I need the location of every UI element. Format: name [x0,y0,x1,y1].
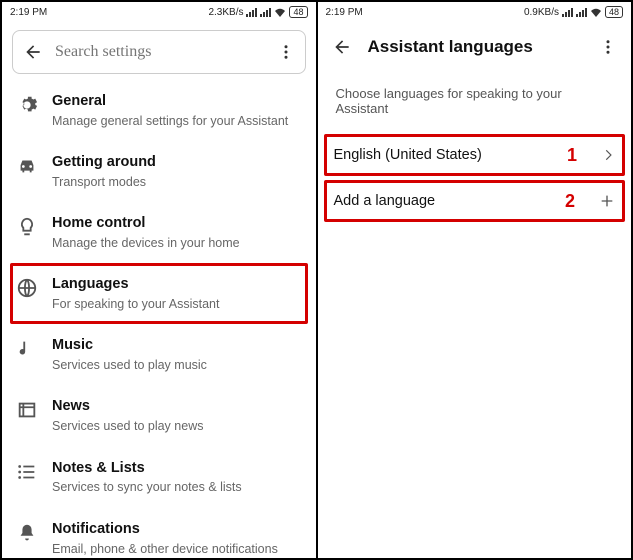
item-sub: Services to sync your notes & lists [52,479,302,495]
bell-icon [16,522,38,544]
page-header: Assistant languages [318,22,632,72]
page-description: Choose languages for speaking to your As… [318,72,632,132]
item-title: Getting around [52,153,302,172]
item-sub: Manage the devices in your home [52,235,302,251]
settings-item-notifications[interactable]: Notifications Email, phone & other device… [2,508,316,558]
settings-list: General Manage general settings for your … [2,80,316,558]
battery-level: 48 [289,6,307,18]
battery-level: 48 [605,6,623,18]
settings-item-languages[interactable]: Languages For speaking to your Assistant [2,263,316,324]
settings-screen: 2:19 PM 2.3KB/s 48 General Manage general… [2,2,316,558]
item-title: Notes & Lists [52,459,302,478]
add-language-row[interactable]: Add a language 2 [318,178,632,224]
status-time: 2:19 PM [10,7,47,18]
item-sub: Transport modes [52,174,302,190]
net-speed: 2.3KB/s [208,7,243,18]
item-title: Home control [52,214,302,233]
list-icon [16,461,38,483]
plus-icon [599,193,615,209]
item-sub: For speaking to your Assistant [52,296,302,312]
globe-icon [16,277,38,299]
wifi-icon [274,7,286,17]
item-title: Notifications [52,520,302,539]
bulb-icon [16,216,38,238]
item-title: Music [52,336,302,355]
status-bar: 2:19 PM 2.3KB/s 48 [2,2,316,22]
settings-item-notes-lists[interactable]: Notes & ListsServices to sync your notes… [2,447,316,508]
back-icon[interactable] [23,42,43,62]
music-icon [16,338,38,360]
settings-item-general[interactable]: General Manage general settings for your … [2,80,316,141]
back-icon[interactable] [332,37,352,57]
item-sub: Email, phone & other device notification… [52,541,302,557]
item-title: Languages [52,275,302,294]
wifi-icon [590,7,602,17]
annotation-number: 1 [567,145,577,166]
settings-item-home-control[interactable]: Home control Manage the devices in your h… [2,202,316,263]
item-sub: Manage general settings for your Assista… [52,113,302,129]
car-icon [16,155,38,177]
status-time: 2:19 PM [326,7,363,18]
item-sub: Services used to play news [52,418,302,434]
annotation-number: 2 [565,191,575,212]
settings-item-news[interactable]: News Services used to play news [2,385,316,446]
item-title: News [52,397,302,416]
chevron-right-icon [601,148,615,162]
net-speed: 0.9KB/s [524,7,559,18]
gear-icon [16,94,38,116]
language-label: English (United States) [334,147,557,163]
item-sub: Services used to play music [52,357,302,373]
search-input[interactable] [55,43,265,61]
signal-icon [260,8,271,17]
item-title: General [52,92,302,111]
status-bar: 2:19 PM 0.9KB/s 48 [318,2,632,22]
signal-icon [246,8,257,17]
language-row-primary[interactable]: English (United States) 1 [318,132,632,178]
more-icon[interactable] [599,38,617,56]
more-icon[interactable] [277,43,295,61]
news-icon [16,399,38,421]
signal-icon [576,8,587,17]
languages-screen: 2:19 PM 0.9KB/s 48 Assistant languages C… [316,2,632,558]
search-bar[interactable] [12,30,306,74]
signal-icon [562,8,573,17]
settings-item-music[interactable]: Music Services used to play music [2,324,316,385]
settings-item-getting-around[interactable]: Getting around Transport modes [2,141,316,202]
page-title: Assistant languages [368,37,584,57]
add-language-label: Add a language [334,193,555,209]
